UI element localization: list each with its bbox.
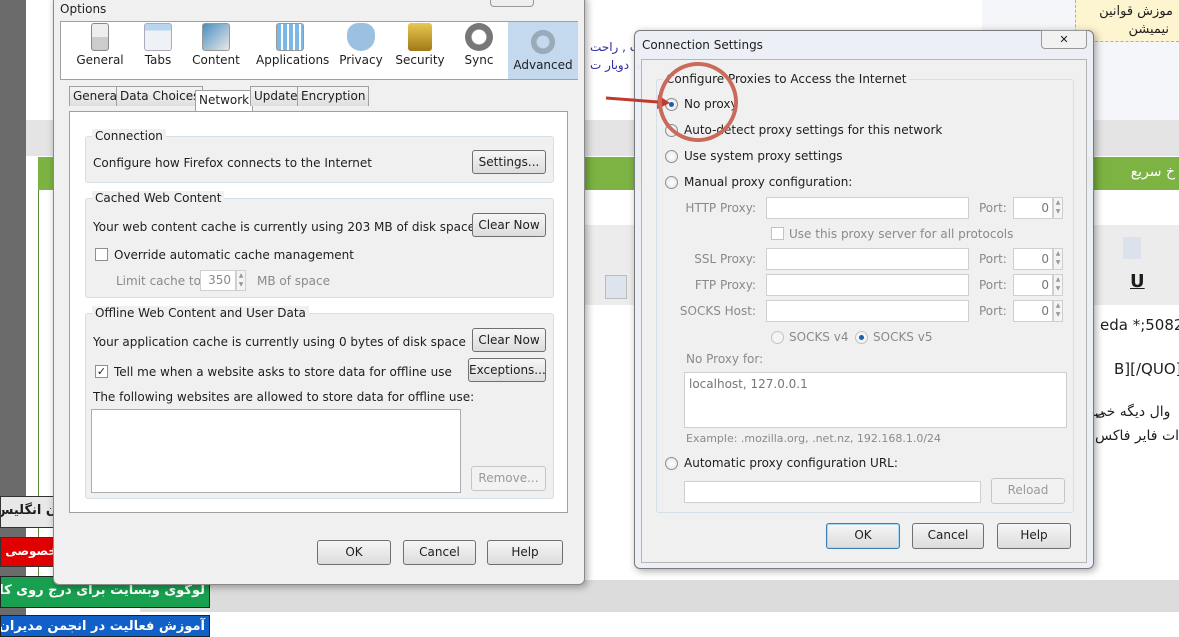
connection-group: Connection Configure how Firefox connect… [85,129,554,183]
connection-cancel-button[interactable]: Cancel [912,523,984,549]
clear-offline-button[interactable]: Clear Now [472,328,546,352]
socks-port-input[interactable]: 0 [1013,300,1053,322]
side-label[interactable]: آموزش فعالیت در انجمن مدیران [0,615,210,637]
http-proxy-input[interactable] [766,197,969,219]
underline-icon[interactable]: U [1130,271,1145,292]
offline-group: Offline Web Content and User Data Your a… [85,306,554,499]
tell-offline-checkbox[interactable]: ✓ [95,365,108,378]
pane-advanced[interactable]: Advanced [508,22,578,79]
override-cache-label: Override automatic cache management [114,248,354,262]
dialog-title: Connection Settings [642,38,763,52]
ssl-port-input[interactable]: 0 [1013,248,1053,270]
side-label[interactable]: ن انگلیس [0,496,60,528]
connection-help-button[interactable]: Help [997,523,1071,549]
pane-privacy[interactable]: Privacy [327,17,395,73]
settings-button[interactable]: Settings... [472,150,546,174]
offline-sites-list[interactable] [91,409,461,493]
privacy-mask-icon [347,23,375,51]
tab-network[interactable]: Network [195,90,254,112]
tab-data-choices[interactable]: Data Choices [116,86,204,106]
options-dialog: Options General Tabs Content Application… [53,0,585,585]
pane-sync[interactable]: Sync [445,17,513,73]
socks-v5-radio[interactable] [855,331,868,344]
tabs-folder-icon [144,23,172,51]
paste-icon[interactable] [1123,237,1141,259]
close-button[interactable] [490,0,534,7]
dialog-title: Options [60,2,107,16]
cache-limit-input[interactable]: 350 [200,270,236,291]
ftp-port-input[interactable]: 0 [1013,274,1053,296]
options-ok-button[interactable]: OK [317,540,391,565]
no-proxy-for-textarea[interactable]: localhost, 127.0.0.1 [684,372,1067,428]
annotation-overlay [605,62,738,142]
reload-button[interactable]: Reload [991,478,1065,504]
options-cancel-button[interactable]: Cancel [403,540,476,565]
cache-limit-spinner[interactable]: ▲ ▼ [236,270,246,291]
pane-content[interactable]: Content [182,17,250,73]
override-cache-checkbox[interactable] [95,248,108,261]
advanced-gear-icon [529,28,557,56]
close-button[interactable]: ✕ [1041,30,1087,49]
socks-host-input[interactable] [766,300,969,322]
tab-update[interactable]: Update [250,86,302,106]
options-help-button[interactable]: Help [487,540,563,565]
network-tab-panel: Connection Configure how Firefox connect… [69,111,568,513]
use-all-protocols-checkbox[interactable] [771,227,784,240]
tab-encryption[interactable]: Encryption [297,86,370,106]
socks-v4-radio[interactable] [771,331,784,344]
http-port-input[interactable]: 0 [1013,197,1053,219]
exceptions-button[interactable]: Exceptions... [468,358,546,382]
remove-button[interactable]: Remove... [471,466,546,491]
general-switch-icon [91,23,109,51]
pane-applications[interactable]: Applications [256,17,329,73]
clear-cache-button[interactable]: Clear Now [472,213,546,237]
sync-icon [465,23,493,51]
php-icon[interactable] [605,275,627,299]
auto-config-url-radio[interactable] [665,457,678,470]
auto-config-url-input[interactable] [684,481,981,503]
content-icon [202,23,230,51]
side-label[interactable]: خصوصی ند [0,537,60,567]
security-lock-icon [408,23,432,51]
connection-ok-button[interactable]: OK [826,523,900,549]
manual-proxy-radio[interactable] [665,176,678,189]
applications-icon [276,23,304,51]
cache-group: Cached Web Content Your web content cach… [85,191,554,298]
pane-security[interactable]: Security [386,17,454,73]
annotation-arrow [605,96,659,104]
ssl-proxy-input[interactable] [766,248,969,270]
ftp-proxy-input[interactable] [766,274,969,296]
